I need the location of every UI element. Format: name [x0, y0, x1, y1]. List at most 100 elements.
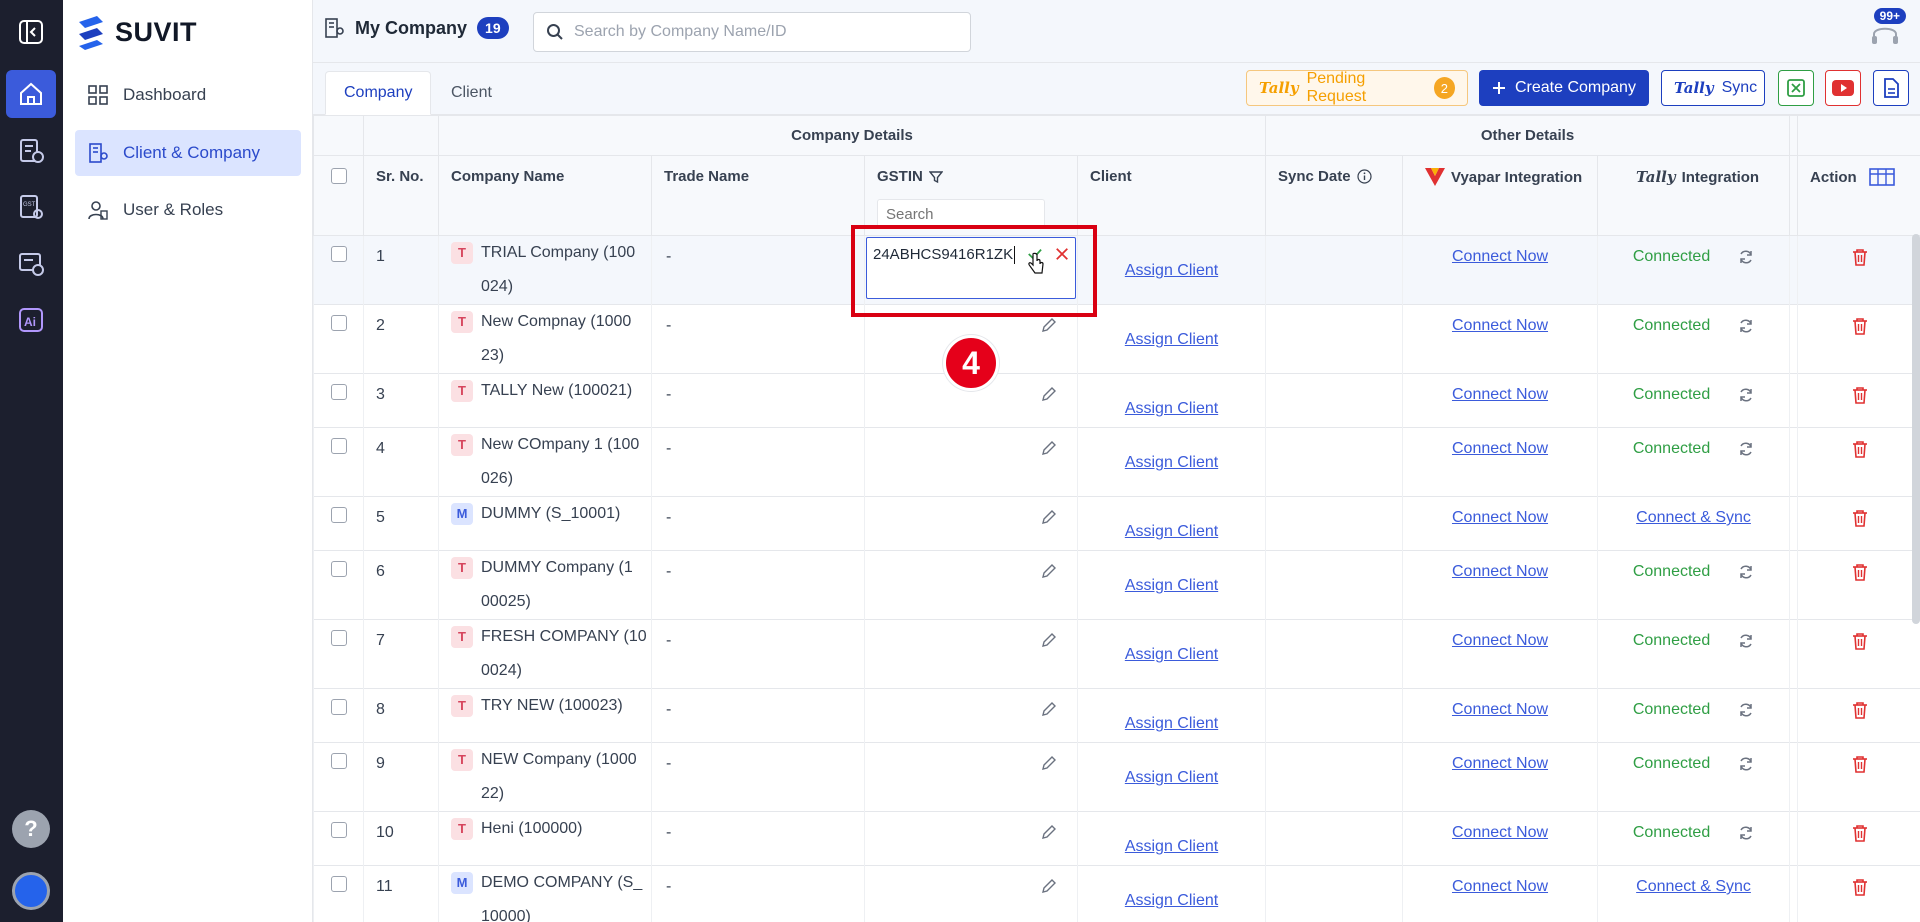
refresh-icon[interactable] [1738, 441, 1754, 457]
vyapar-connect-link[interactable]: Connect Now [1402, 235, 1598, 305]
assign-client-link[interactable]: Assign Client [1076, 427, 1266, 497]
row-trade-name: - [651, 235, 865, 305]
refresh-icon[interactable] [1738, 387, 1754, 403]
refresh-icon[interactable] [1738, 249, 1754, 265]
assign-client-link[interactable]: Assign Client [1076, 235, 1266, 305]
sync-document-icon[interactable] [6, 127, 56, 175]
delete-trash-icon[interactable] [1852, 386, 1868, 404]
suvit-logo-icon[interactable] [12, 872, 50, 910]
table-row[interactable]: 10 T Heni (100000) - Assign Client Conne… [313, 811, 1920, 866]
table-row[interactable]: 2 T New Compnay (1000 23) - Assign Client… [313, 304, 1920, 374]
edit-pencil-icon[interactable] [1041, 824, 1057, 840]
row-checkbox[interactable] [330, 315, 347, 331]
row-tally-status: Connected [1597, 373, 1790, 428]
tab-company[interactable]: Company [325, 71, 432, 115]
table-row[interactable]: 1 T TRIAL Company (100 024) - Assign Clie… [313, 235, 1920, 305]
delete-trash-icon[interactable] [1852, 248, 1868, 266]
assign-client-link[interactable]: Assign Client [1076, 865, 1266, 922]
document-icon[interactable] [1873, 70, 1909, 106]
refresh-icon[interactable] [1738, 564, 1754, 580]
help-icon[interactable]: ? [12, 810, 50, 848]
refresh-icon[interactable] [1738, 825, 1754, 841]
row-checkbox[interactable] [330, 438, 347, 454]
pending-request-button[interactable]: Tally Pending Request 2 [1246, 70, 1468, 106]
edit-pencil-icon[interactable] [1041, 755, 1057, 771]
vyapar-connect-link[interactable]: Connect Now [1402, 811, 1598, 866]
home-icon[interactable] [6, 70, 56, 118]
row-checkbox[interactable] [330, 246, 347, 262]
vyapar-connect-link[interactable]: Connect Now [1402, 688, 1598, 743]
delete-trash-icon[interactable] [1852, 509, 1868, 527]
row-checkbox[interactable] [330, 507, 347, 523]
edit-pencil-icon[interactable] [1041, 317, 1057, 333]
delete-trash-icon[interactable] [1852, 878, 1868, 896]
row-checkbox[interactable] [330, 561, 347, 577]
excel-export-icon[interactable] [1778, 70, 1814, 106]
assign-client-link[interactable]: Assign Client [1076, 550, 1266, 620]
assign-client-link[interactable]: Assign Client [1076, 688, 1266, 743]
vyapar-connect-link[interactable]: Connect Now [1402, 427, 1598, 497]
table-row[interactable]: 6 T DUMMY Company (1 00025) - Assign Clie… [313, 550, 1920, 620]
table-row[interactable]: 11 M DEMO COMPANY (S_ 10000) - Assign Cli… [313, 865, 1920, 922]
row-checkbox[interactable] [330, 876, 347, 892]
edit-pencil-icon[interactable] [1041, 509, 1057, 525]
refresh-icon[interactable] [1738, 756, 1754, 772]
table-row[interactable]: 9 T NEW Company (1000 22) - Assign Client… [313, 742, 1920, 812]
vyapar-connect-link[interactable]: Connect Now [1402, 304, 1598, 374]
assign-client-link[interactable]: Assign Client [1076, 811, 1266, 866]
refresh-icon[interactable] [1738, 633, 1754, 649]
vyapar-connect-link[interactable]: Connect Now [1402, 865, 1598, 922]
refresh-icon[interactable] [1738, 702, 1754, 718]
gst-settings-icon[interactable]: GST [6, 183, 56, 231]
delete-trash-icon[interactable] [1852, 563, 1868, 581]
delete-trash-icon[interactable] [1852, 824, 1868, 842]
sidebar-item-user-roles[interactable]: User & Roles [75, 187, 301, 233]
chat-clock-icon[interactable] [6, 240, 56, 288]
assign-client-link[interactable]: Assign Client [1076, 373, 1266, 428]
assign-client-link[interactable]: Assign Client [1076, 742, 1266, 812]
refresh-icon[interactable] [1738, 318, 1754, 334]
edit-pencil-icon[interactable] [1041, 632, 1057, 648]
assign-client-link[interactable]: Assign Client [1076, 496, 1266, 551]
search-input[interactable] [574, 23, 954, 41]
vyapar-connect-link[interactable]: Connect Now [1402, 742, 1598, 812]
table-scrollbar[interactable] [1912, 234, 1920, 624]
brand[interactable]: SUVIT [75, 14, 197, 50]
youtube-icon[interactable] [1825, 70, 1861, 106]
sidebar-item-client-company[interactable]: Client & Company [75, 130, 301, 176]
assign-client-link[interactable]: Assign Client [1076, 304, 1266, 374]
edit-pencil-icon[interactable] [1041, 440, 1057, 456]
sidebar-item-dashboard[interactable]: Dashboard [75, 72, 301, 118]
vyapar-connect-link[interactable]: Connect Now [1402, 619, 1598, 689]
table-row[interactable]: 8 T TRY NEW (100023) - Assign Client Con… [313, 688, 1920, 743]
edit-pencil-icon[interactable] [1041, 386, 1057, 402]
delete-trash-icon[interactable] [1852, 632, 1868, 650]
table-row[interactable]: 4 T New COmpany 1 (100 026) - Assign Clie… [313, 427, 1920, 497]
delete-trash-icon[interactable] [1852, 317, 1868, 335]
create-company-button[interactable]: Create Company [1479, 70, 1649, 106]
row-checkbox[interactable] [330, 822, 347, 838]
table-row[interactable]: 7 T FRESH COMPANY (10 0024) - Assign Clie… [313, 619, 1920, 689]
delete-trash-icon[interactable] [1852, 701, 1868, 719]
edit-pencil-icon[interactable] [1041, 878, 1057, 894]
collapse-sidebar-icon[interactable] [6, 8, 56, 56]
delete-trash-icon[interactable] [1852, 755, 1868, 773]
vyapar-connect-link[interactable]: Connect Now [1402, 373, 1598, 428]
tab-client[interactable]: Client [433, 71, 510, 115]
tally-sync-button[interactable]: Tally Sync [1661, 70, 1765, 106]
edit-pencil-icon[interactable] [1041, 563, 1057, 579]
row-checkbox[interactable] [330, 630, 347, 646]
assign-client-link[interactable]: Assign Client [1076, 619, 1266, 689]
table-row[interactable]: 3 T TALLY New (100021) - Assign Client C… [313, 373, 1920, 428]
select-all-checkbox[interactable] [330, 168, 347, 184]
vyapar-connect-link[interactable]: Connect Now [1402, 550, 1598, 620]
vyapar-connect-link[interactable]: Connect Now [1402, 496, 1598, 551]
row-checkbox[interactable] [330, 699, 347, 715]
notifications[interactable]: 99+ [1866, 8, 1906, 48]
ai-icon[interactable]: Ai [6, 296, 56, 344]
table-row[interactable]: 5 M DUMMY (S_10001) - Assign Client Conn… [313, 496, 1920, 551]
delete-trash-icon[interactable] [1852, 440, 1868, 458]
row-checkbox[interactable] [330, 753, 347, 769]
edit-pencil-icon[interactable] [1041, 701, 1057, 717]
row-checkbox[interactable] [330, 384, 347, 400]
